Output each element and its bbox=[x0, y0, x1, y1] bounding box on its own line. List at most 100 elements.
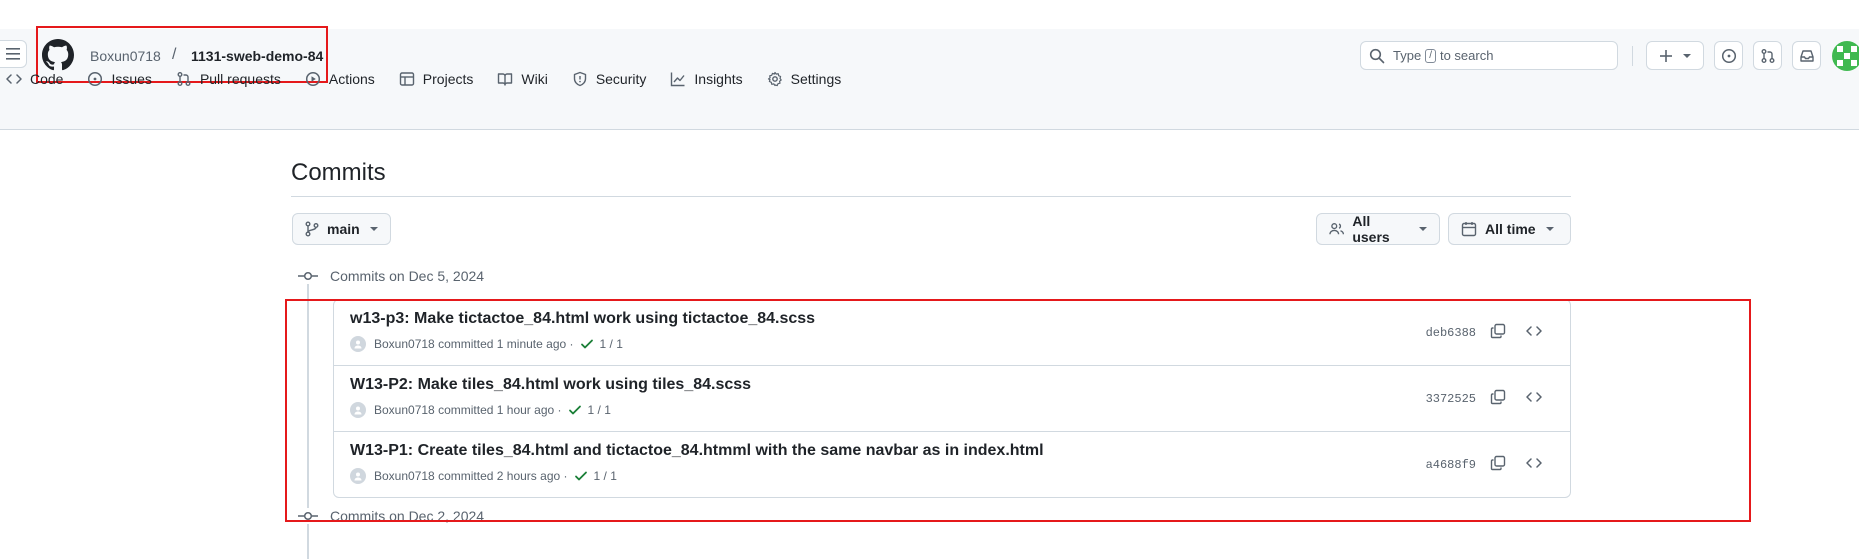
header-divider bbox=[1632, 46, 1633, 66]
commit-message-link[interactable]: W13-P1: Create tiles_84.html and tictact… bbox=[350, 442, 1044, 460]
search-shortcut-key: / bbox=[1425, 48, 1436, 63]
repo-name-link[interactable]: 1131-sweb-demo-84 bbox=[191, 48, 323, 64]
tab-label: Insights bbox=[694, 71, 743, 87]
pull-request-icon bbox=[177, 72, 191, 86]
author-link[interactable]: Boxun0718 bbox=[374, 469, 435, 483]
play-icon bbox=[305, 71, 320, 87]
repo-owner-link[interactable]: Boxun0718 bbox=[90, 48, 161, 64]
copy-sha-button[interactable] bbox=[1488, 453, 1508, 473]
author-avatar[interactable] bbox=[350, 336, 366, 352]
check-icon[interactable] bbox=[580, 337, 594, 351]
commit-group-heading: Commits on Dec 5, 2024 bbox=[298, 268, 485, 284]
commit-message-link[interactable]: W13-P2: Make tiles_84.html work using ti… bbox=[350, 376, 751, 394]
commit-time: 1 hour ago bbox=[496, 403, 555, 417]
chevron-down-icon bbox=[1419, 227, 1427, 231]
issue-opened-icon bbox=[1721, 48, 1736, 63]
hamburger-icon bbox=[6, 48, 20, 60]
browse-repo-button[interactable] bbox=[1524, 321, 1544, 341]
git-commit-icon bbox=[298, 511, 318, 521]
tab-label: Security bbox=[595, 71, 647, 87]
tab-actions[interactable]: Actions bbox=[305, 68, 375, 90]
browse-repo-button[interactable] bbox=[1524, 453, 1544, 473]
user-avatar[interactable] bbox=[1832, 41, 1859, 71]
search-icon bbox=[1369, 48, 1385, 63]
search-placeholder-suffix: to search bbox=[1439, 48, 1494, 63]
menu-button[interactable] bbox=[0, 40, 27, 68]
github-logo-icon[interactable] bbox=[42, 39, 74, 71]
inbox-button[interactable] bbox=[1792, 41, 1821, 70]
identicon-icon bbox=[1837, 46, 1857, 66]
git-branch-icon bbox=[305, 221, 319, 237]
issues-button[interactable] bbox=[1714, 41, 1743, 70]
chevron-down-icon bbox=[1545, 227, 1554, 231]
tab-code[interactable]: Code bbox=[6, 68, 63, 90]
tab-label: Projects bbox=[422, 71, 474, 87]
commit-sha-link[interactable]: deb6388 bbox=[1426, 326, 1476, 340]
author-avatar[interactable] bbox=[350, 402, 366, 418]
commit-meta: Boxun0718 committed 2 hours ago · 1 / 1 bbox=[350, 468, 617, 484]
author-avatar[interactable] bbox=[350, 468, 366, 484]
commit-action: committed bbox=[438, 337, 494, 351]
person-icon bbox=[354, 472, 362, 481]
tab-wiki[interactable]: Wiki bbox=[497, 68, 548, 90]
commit-time: 2 hours ago bbox=[496, 469, 561, 483]
chevron-down-icon bbox=[1683, 53, 1691, 58]
tab-label: Pull requests bbox=[199, 71, 281, 87]
tab-settings[interactable]: Settings bbox=[767, 68, 841, 90]
copy-icon bbox=[1490, 389, 1506, 405]
commit-sha-link[interactable]: a4688f9 bbox=[1426, 458, 1476, 472]
chevron-down-icon bbox=[369, 227, 378, 231]
author-link[interactable]: Boxun0718 bbox=[374, 337, 435, 351]
page-title: Commits bbox=[291, 159, 386, 186]
pull-requests-button[interactable] bbox=[1753, 41, 1782, 70]
all-time-filter-button[interactable]: All time bbox=[1448, 213, 1571, 245]
code-icon bbox=[6, 74, 22, 84]
people-icon bbox=[1329, 223, 1345, 235]
commit-action: committed bbox=[438, 403, 494, 417]
tab-security[interactable]: Security bbox=[572, 68, 647, 90]
users-filter-label: All users bbox=[1352, 213, 1390, 245]
table-icon bbox=[399, 72, 414, 86]
tab-issues[interactable]: Issues bbox=[87, 68, 152, 90]
checks-status[interactable]: 1 / 1 bbox=[600, 337, 623, 351]
tab-projects[interactable]: Projects bbox=[399, 68, 474, 90]
search-input[interactable]: Type / to search bbox=[1360, 41, 1618, 70]
copy-icon bbox=[1490, 323, 1506, 339]
commit-group-date: Commits on Dec 2, 2024 bbox=[330, 508, 485, 524]
author-link[interactable]: Boxun0718 bbox=[374, 403, 435, 417]
create-new-button[interactable] bbox=[1646, 41, 1704, 70]
top-blank-bar bbox=[0, 0, 1859, 29]
checks-status[interactable]: 1 / 1 bbox=[588, 403, 611, 417]
commit-group-heading: Commits on Dec 2, 2024 bbox=[298, 508, 485, 524]
check-icon[interactable] bbox=[568, 403, 582, 417]
copy-sha-button[interactable] bbox=[1488, 387, 1508, 407]
title-divider bbox=[291, 196, 1571, 197]
all-users-filter-button[interactable]: All users bbox=[1316, 213, 1440, 245]
code-icon bbox=[1526, 392, 1542, 402]
repo-nav-tabs: Code Issues Pull requests Actions Projec… bbox=[0, 68, 865, 108]
commit-sha-link[interactable]: 3372525 bbox=[1426, 392, 1476, 406]
code-icon bbox=[1526, 458, 1542, 468]
book-icon bbox=[498, 73, 513, 86]
graph-icon bbox=[671, 72, 685, 87]
plus-icon bbox=[1660, 49, 1672, 62]
person-icon bbox=[354, 340, 362, 349]
branch-select-button[interactable]: main bbox=[292, 213, 391, 245]
code-icon bbox=[1526, 326, 1542, 336]
tab-insights[interactable]: Insights bbox=[670, 68, 743, 90]
gear-icon bbox=[767, 71, 782, 87]
tab-label: Issues bbox=[111, 71, 152, 87]
inbox-icon bbox=[1799, 49, 1814, 62]
checks-status[interactable]: 1 / 1 bbox=[594, 469, 617, 483]
commit-time: 1 minute ago bbox=[496, 337, 567, 351]
commit-message-link[interactable]: w13-p3: Make tictactoe_84.html work usin… bbox=[350, 310, 815, 328]
check-icon[interactable] bbox=[574, 469, 588, 483]
copy-sha-button[interactable] bbox=[1488, 321, 1508, 341]
browse-repo-button[interactable] bbox=[1524, 387, 1544, 407]
tab-pull-requests[interactable]: Pull requests bbox=[176, 68, 281, 90]
shield-icon bbox=[573, 71, 587, 87]
commit-meta: Boxun0718 committed 1 hour ago · 1 / 1 bbox=[350, 402, 611, 418]
commit-action: committed bbox=[438, 469, 494, 483]
time-filter-label: All time bbox=[1485, 221, 1536, 237]
commit-group-date: Commits on Dec 5, 2024 bbox=[330, 268, 485, 284]
